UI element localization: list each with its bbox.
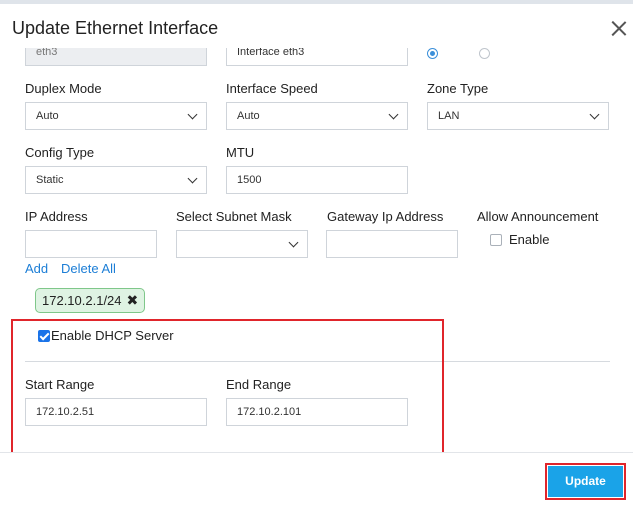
close-icon[interactable] — [608, 18, 630, 40]
allow-announcement-label: Allow Announcement — [477, 209, 599, 224]
interface-name-field: eth3 — [25, 48, 207, 66]
dialog-body: eth3 Interface eth3 Duplex Mode Auto Int… — [0, 48, 633, 452]
zone-type-select[interactable]: LAN — [427, 102, 609, 130]
ip-address-label: IP Address — [25, 209, 88, 224]
dialog-title: Update Ethernet Interface — [12, 18, 219, 38]
add-ip-link[interactable]: Add — [25, 261, 48, 276]
config-type-value: Static — [36, 174, 64, 186]
duplex-mode-label: Duplex Mode — [25, 81, 102, 96]
description-field[interactable]: Interface eth3 — [226, 48, 408, 66]
radio-option-1[interactable] — [427, 48, 438, 59]
config-type-select[interactable]: Static — [25, 166, 207, 194]
allow-announcement-enable-label: Enable — [509, 232, 550, 247]
ip-address-input[interactable] — [25, 230, 157, 258]
duplex-mode-select[interactable]: Auto — [25, 102, 207, 130]
subnet-mask-select[interactable] — [176, 230, 308, 258]
config-type-label: Config Type — [25, 145, 95, 160]
zone-type-label: Zone Type — [427, 81, 489, 96]
duplex-mode-value: Auto — [36, 110, 59, 122]
remove-tag-icon[interactable]: ✖ — [127, 292, 139, 308]
subnet-mask-label: Select Subnet Mask — [176, 209, 292, 224]
allow-announcement-checkbox[interactable] — [490, 234, 502, 246]
update-button[interactable]: Update — [548, 466, 623, 497]
interface-name-value: eth3 — [36, 48, 58, 58]
mtu-value: 1500 — [237, 174, 262, 186]
interface-speed-select[interactable]: Auto — [226, 102, 408, 130]
ip-tag: 172.10.2.1/24 ✖ — [35, 288, 146, 313]
mtu-input[interactable]: 1500 — [226, 166, 408, 194]
dialog-footer — [0, 452, 633, 510]
dhcp-highlight-box — [11, 319, 444, 452]
ip-tag-value: 172.10.2.1/24 — [42, 293, 122, 308]
dialog-header: Update Ethernet Interface — [0, 4, 633, 48]
gateway-ip-label: Gateway Ip Address — [327, 209, 444, 224]
description-value: Interface eth3 — [237, 48, 305, 58]
delete-all-link[interactable]: Delete All — [61, 261, 116, 276]
interface-speed-label: Interface Speed — [226, 81, 318, 96]
radio-option-2[interactable] — [479, 48, 490, 59]
mtu-label: MTU — [226, 145, 255, 160]
interface-speed-value: Auto — [237, 110, 260, 122]
zone-type-value: LAN — [438, 110, 460, 122]
gateway-ip-input[interactable] — [326, 230, 458, 258]
